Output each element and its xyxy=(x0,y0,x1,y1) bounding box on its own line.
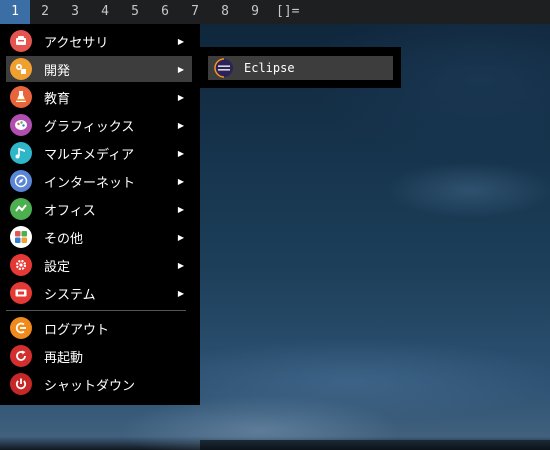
menu-item-accessories[interactable]: アクセサリ ▶ xyxy=(6,28,192,54)
workspace-5[interactable]: 5 xyxy=(120,0,150,24)
system-icon xyxy=(10,282,32,304)
workspace-7[interactable]: 7 xyxy=(180,0,210,24)
office-icon xyxy=(10,198,32,220)
menu-item-system[interactable]: システム ▶ xyxy=(6,280,192,306)
submenu-arrow-icon: ▶ xyxy=(177,120,184,130)
menu-item-label: インターネット xyxy=(44,175,136,191)
menu-separator xyxy=(6,310,186,311)
shutdown-icon xyxy=(10,373,32,395)
menu-item-settings[interactable]: 設定 ▶ xyxy=(6,252,192,278)
submenu-arrow-icon: ▶ xyxy=(177,260,184,270)
menu-item-label: 教育 xyxy=(44,91,71,107)
submenu-arrow-icon: ▶ xyxy=(177,64,184,74)
workspace-9[interactable]: 9 xyxy=(240,0,270,24)
menu-item-internet[interactable]: インターネット ▶ xyxy=(6,168,192,194)
submenu-arrow-icon: ▶ xyxy=(177,288,184,298)
menu-item-logout[interactable]: ログアウト xyxy=(6,315,192,341)
workspace-4[interactable]: 4 xyxy=(90,0,120,24)
menu-item-label: 開発 xyxy=(44,63,71,79)
menu-item-label: システム xyxy=(44,287,96,303)
menu-item-label: グラフィックス xyxy=(44,119,135,135)
submenu-item-eclipse[interactable]: Eclipse xyxy=(208,56,393,80)
menu-item-label: シャットダウン xyxy=(44,378,136,394)
workspace-6[interactable]: 6 xyxy=(150,0,180,24)
menu-item-label: ログアウト xyxy=(44,322,110,338)
accessories-icon xyxy=(10,30,32,52)
restart-icon xyxy=(10,345,32,367)
workspace-2[interactable]: 2 xyxy=(30,0,60,24)
menu-item-graphics[interactable]: グラフィックス ▶ xyxy=(6,112,192,138)
other-icon xyxy=(10,226,32,248)
application-menu: アクセサリ ▶ 開発 ▶ 教育 ▶ グラフィックス ▶ マルチメディア ▶ イン xyxy=(0,24,200,405)
menu-item-label: アクセサリ xyxy=(44,35,109,51)
menu-item-label: オフィス xyxy=(44,203,96,219)
eclipse-icon xyxy=(214,58,234,78)
horizon-landscape xyxy=(200,440,550,450)
menu-item-label: 設定 xyxy=(44,259,71,275)
menu-item-other[interactable]: その他 ▶ xyxy=(6,224,192,250)
menu-item-office[interactable]: オフィス ▶ xyxy=(6,196,192,222)
menu-item-development[interactable]: 開発 ▶ xyxy=(6,56,192,82)
workspace-bar: 1 2 3 4 5 6 7 8 9 []= xyxy=(0,0,550,24)
submenu-arrow-icon: ▶ xyxy=(177,232,184,242)
submenu-arrow-icon: ▶ xyxy=(177,92,184,102)
menu-item-label: その他 xyxy=(44,231,84,247)
settings-icon xyxy=(10,254,32,276)
submenu-arrow-icon: ▶ xyxy=(177,204,184,214)
development-icon xyxy=(10,58,32,80)
menu-item-label: マルチメディア xyxy=(44,147,135,163)
menu-item-education[interactable]: 教育 ▶ xyxy=(6,84,192,110)
menu-item-shutdown[interactable]: シャットダウン xyxy=(6,371,192,397)
development-submenu: Eclipse xyxy=(200,47,401,88)
multimedia-icon xyxy=(10,142,32,164)
menu-item-multimedia[interactable]: マルチメディア ▶ xyxy=(6,140,192,166)
workspace-1[interactable]: 1 xyxy=(0,0,30,24)
submenu-item-label: Eclipse xyxy=(244,61,295,75)
workspace-8[interactable]: 8 xyxy=(210,0,240,24)
internet-icon xyxy=(10,170,32,192)
logout-icon xyxy=(10,317,32,339)
submenu-arrow-icon: ▶ xyxy=(177,148,184,158)
education-icon xyxy=(10,86,32,108)
submenu-arrow-icon: ▶ xyxy=(177,36,184,46)
menu-item-restart[interactable]: 再起動 xyxy=(6,343,192,369)
submenu-arrow-icon: ▶ xyxy=(177,176,184,186)
menu-item-label: 再起動 xyxy=(44,350,84,366)
graphics-icon xyxy=(10,114,32,136)
layout-indicator[interactable]: []= xyxy=(276,0,299,24)
workspace-3[interactable]: 3 xyxy=(60,0,90,24)
